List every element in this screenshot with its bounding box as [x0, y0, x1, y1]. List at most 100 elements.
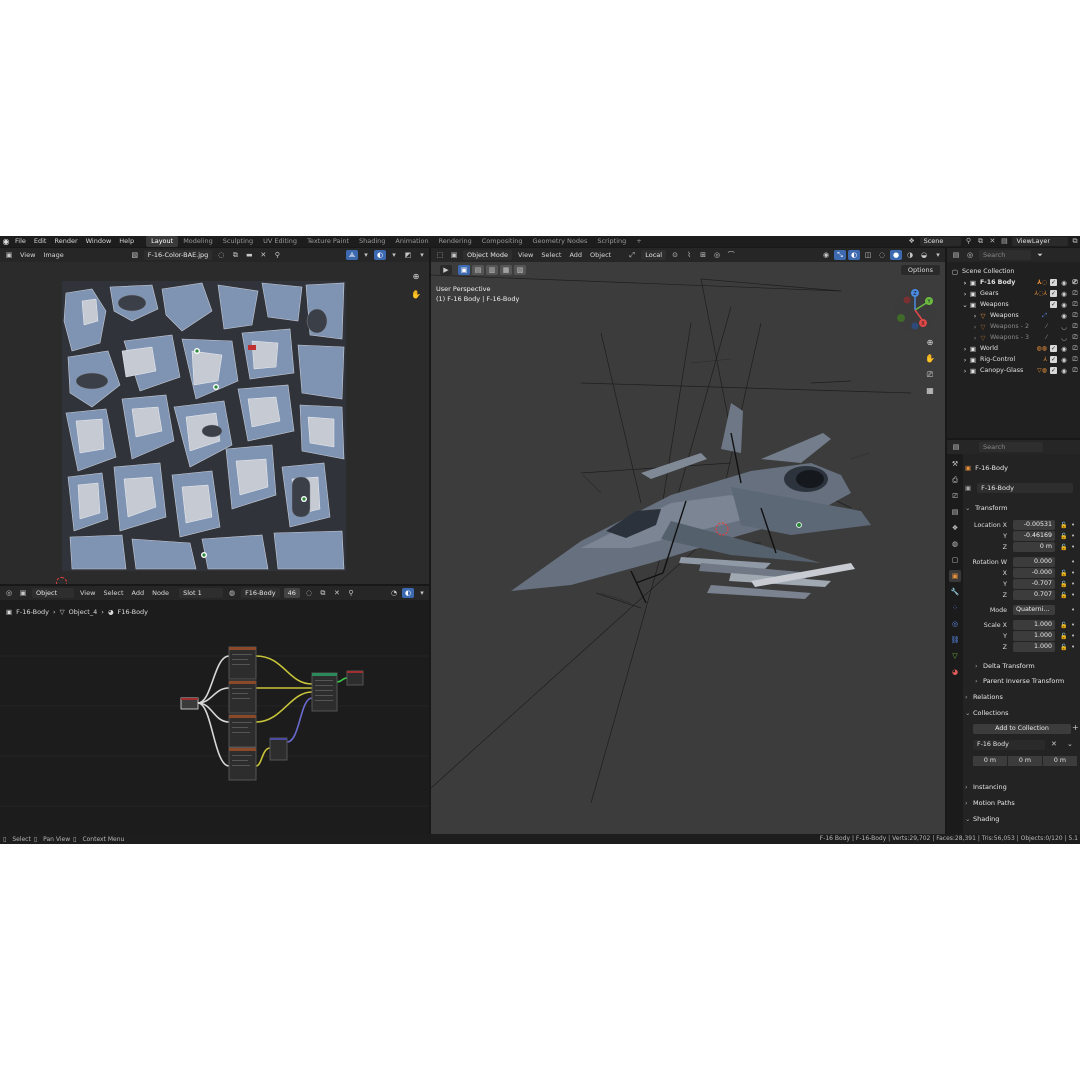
- proportional-edit-icon[interactable]: ◎: [711, 250, 723, 260]
- wrench-icon[interactable]: 🔧: [949, 586, 961, 598]
- menu-select[interactable]: Select: [537, 248, 565, 262]
- camera-icon[interactable]: ⎚: [1071, 366, 1079, 375]
- outliner-row-scene-collection[interactable]: ▢ Scene Collection: [947, 266, 1080, 277]
- rotation-z-field[interactable]: 0.707: [1013, 590, 1055, 600]
- navigation-gizmo[interactable]: Y X Z: [893, 288, 937, 332]
- mask-icon[interactable]: ◩: [402, 250, 414, 260]
- material-browse-icon[interactable]: ◍: [226, 588, 238, 598]
- overlay-toggle-icon[interactable]: ◐: [848, 250, 860, 260]
- tab-shading[interactable]: Shading: [354, 236, 390, 247]
- rotation-x-field[interactable]: -0.000: [1013, 568, 1055, 578]
- keyframe-icon[interactable]: •: [1071, 557, 1075, 568]
- transform-section-header[interactable]: ⌄ Transform: [965, 502, 1080, 514]
- node-graph[interactable]: [0, 626, 429, 831]
- outliner-row-canopy-glass[interactable]: › ▣ Canopy-Glass ▽◍ ✓ ◉ ⎚: [947, 365, 1080, 376]
- hand-icon[interactable]: ✋: [409, 288, 423, 302]
- object-name-field[interactable]: F-16-Body: [977, 483, 1074, 493]
- editor-type-icon[interactable]: ▤: [950, 442, 962, 452]
- tab-uv-editing[interactable]: UV Editing: [258, 236, 302, 247]
- camera-icon[interactable]: ⎚: [923, 368, 937, 382]
- pin-icon[interactable]: ⚲: [963, 237, 973, 246]
- object-mode-dropdown[interactable]: Object: [32, 588, 74, 598]
- chevron-right-icon[interactable]: ›: [971, 334, 979, 342]
- breadcrumb-material[interactable]: F16-Body: [118, 608, 149, 616]
- menu-file[interactable]: File: [11, 236, 30, 247]
- menu-view[interactable]: View: [514, 248, 537, 262]
- location-z-field[interactable]: 0 m: [1013, 542, 1055, 552]
- keyframe-icon[interactable]: •: [1071, 620, 1075, 631]
- outliner-row-weapons-3[interactable]: › ▽ Weapons - 3 ⁄ ◡ ⎚: [947, 332, 1080, 343]
- duplicate-image-icon[interactable]: ⧉: [229, 250, 241, 260]
- object-name[interactable]: F-16-Body: [975, 464, 1008, 472]
- scale-x-field[interactable]: 1.000: [1013, 620, 1055, 630]
- add-icon[interactable]: +: [1072, 723, 1079, 732]
- material-tab-icon[interactable]: ◕: [949, 666, 961, 678]
- menu-render[interactable]: Render: [50, 236, 81, 247]
- pin-icon[interactable]: ⚲: [345, 588, 357, 598]
- tab-compositing[interactable]: Compositing: [477, 236, 528, 247]
- object-tab-icon[interactable]: ▣: [949, 570, 961, 582]
- tab-sculpting[interactable]: Sculpting: [218, 236, 258, 247]
- collection-tab-icon[interactable]: ▢: [949, 554, 961, 566]
- shading-section[interactable]: ⌄ Shading: [965, 813, 1080, 825]
- unlink-material-icon[interactable]: ✕: [331, 588, 343, 598]
- menu-window[interactable]: Window: [82, 236, 116, 247]
- eye-icon[interactable]: ◉: [1060, 312, 1068, 320]
- uv-texture-image[interactable]: [62, 281, 346, 571]
- lock-icon[interactable]: 🔓: [1060, 531, 1067, 542]
- add-workspace-button[interactable]: +: [631, 236, 646, 247]
- menu-add[interactable]: Add: [128, 586, 149, 600]
- rotation-w-field[interactable]: 0.000: [1013, 557, 1055, 567]
- offset-z-field[interactable]: 0 m: [1043, 756, 1077, 766]
- scene-tab-icon[interactable]: ❖: [949, 522, 961, 534]
- lock-icon[interactable]: 🔓: [1060, 542, 1067, 553]
- scale-z-field[interactable]: 1.000: [1013, 642, 1055, 652]
- camera-icon[interactable]: ⎚: [1071, 322, 1079, 331]
- material-shading-icon[interactable]: ◑: [904, 250, 916, 260]
- view-layer-field[interactable]: ViewLayer: [1012, 237, 1068, 246]
- camera-icon[interactable]: ⎚: [1071, 355, 1079, 364]
- lock-icon[interactable]: 🔓: [1060, 642, 1067, 653]
- eye-icon[interactable]: ◉: [1060, 301, 1068, 309]
- overlay-dropdown-icon[interactable]: ▾: [416, 588, 428, 598]
- keyframe-icon[interactable]: •: [1071, 542, 1075, 553]
- transform-orientation-dropdown[interactable]: Local: [641, 250, 667, 260]
- tool-tab-icon[interactable]: ⚒: [949, 458, 961, 470]
- outliner-row-weapons-2[interactable]: › ▽ Weapons - 2 ⁄ ◡ ⎚: [947, 321, 1080, 332]
- chevron-right-icon[interactable]: ›: [971, 323, 979, 331]
- uv-sync-icon[interactable]: ⟁: [346, 250, 358, 260]
- image-name-field[interactable]: F-16-Color-BAE.jpg: [143, 250, 213, 260]
- lock-icon[interactable]: 🔓: [1060, 631, 1067, 642]
- eye-icon[interactable]: ◉: [1060, 345, 1068, 353]
- offset-y-field[interactable]: 0 m: [1008, 756, 1042, 766]
- outliner-row-weapons-empty[interactable]: › ▽ Weapons ⤢ ◉ ⎚: [947, 310, 1080, 321]
- object-mode-dropdown[interactable]: Object Mode: [463, 250, 512, 260]
- lock-icon[interactable]: 🔓: [1060, 520, 1067, 531]
- tab-layout[interactable]: Layout: [146, 236, 179, 247]
- lock-icon[interactable]: 🔓: [1060, 590, 1067, 601]
- breadcrumb-object[interactable]: F-16-Body: [16, 608, 49, 616]
- instancing-section[interactable]: › Instancing: [965, 781, 1080, 793]
- rotation-y-field[interactable]: -0.707: [1013, 579, 1055, 589]
- editor-type-icon[interactable]: ▤: [950, 250, 962, 260]
- keyframe-icon[interactable]: •: [1071, 631, 1075, 642]
- search-input[interactable]: Search: [979, 442, 1043, 452]
- collection-name-field[interactable]: F-16 Body: [973, 740, 1045, 750]
- view-layer-icon[interactable]: ▤: [999, 237, 1009, 246]
- pivot-icon[interactable]: ⊙: [669, 250, 681, 260]
- material-name-field[interactable]: F16-Body: [241, 588, 280, 598]
- rendered-shading-icon[interactable]: ◒: [918, 250, 930, 260]
- snap-icon[interactable]: ⌇: [683, 250, 695, 260]
- scale-y-field[interactable]: 1.000: [1013, 631, 1055, 641]
- camera-icon[interactable]: ⎚: [1071, 333, 1079, 342]
- open-image-icon[interactable]: ▬: [243, 250, 255, 260]
- tab-animation[interactable]: Animation: [390, 236, 433, 247]
- outliner-row-f16-body[interactable]: › ▣ F-16 Body ⅄◌ ✓ ◉ ⎚: [947, 277, 1080, 288]
- location-y-field[interactable]: -0.46169: [1013, 531, 1055, 541]
- orientation-icon[interactable]: ⤢: [626, 250, 638, 260]
- add-to-collection-button[interactable]: Add to Collection: [973, 724, 1071, 734]
- overlay-toggle-icon[interactable]: ◐: [402, 588, 414, 598]
- editor-type-icon[interactable]: ⬚: [434, 250, 446, 260]
- outliner-row-rig-control[interactable]: › ▣ Rig-Control ⅄ ✓ ◉ ⎚: [947, 354, 1080, 365]
- search-input[interactable]: Search: [979, 250, 1031, 260]
